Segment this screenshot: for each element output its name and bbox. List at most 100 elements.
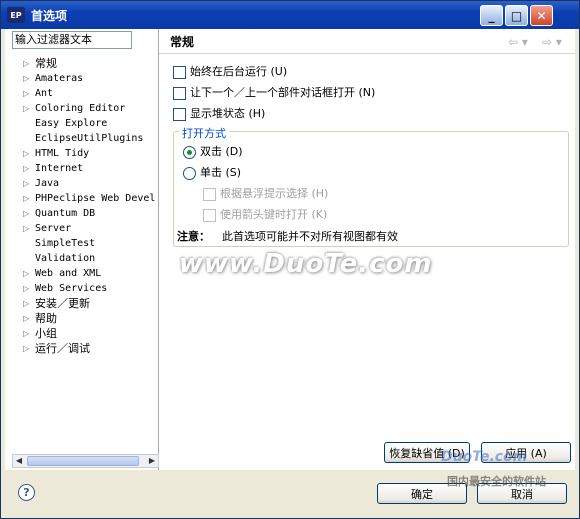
expand-arrow-icon[interactable]: ▷: [23, 296, 31, 311]
tree-item-label: PHPeclipse Web Devel: [35, 193, 156, 204]
radio-selected-icon: [183, 145, 196, 159]
scroll-left-icon[interactable]: ◀: [13, 455, 25, 467]
tree-item-label: Internet: [35, 163, 84, 174]
tree-item-label: HTML Tidy: [35, 148, 90, 159]
tree-item[interactable]: ▷ Coloring Editor: [5, 101, 158, 116]
preference-page: 常规 ⇦ ▾ ⇨ ▾ 始终在后台运行 (U) 让下一个／上一个部件对话框打开 (…: [159, 29, 575, 470]
filter-input[interactable]: 输入过滤器文本: [12, 31, 132, 49]
tree-item-label: Ant: [35, 88, 54, 99]
watermark-text: www.DuoTe.com: [179, 249, 433, 279]
always-run-background-checkbox[interactable]: 始终在后台运行 (U): [173, 63, 287, 81]
tree-item[interactable]: ▷ Ant: [5, 86, 158, 101]
expand-arrow-icon[interactable]: ▷: [23, 341, 31, 356]
expand-arrow-icon[interactable]: ▷: [23, 281, 31, 296]
watermark-logo: DuoTe.com: [441, 449, 528, 465]
tree-item-label: EclipseUtilPlugins: [35, 133, 144, 144]
radio-icon: [183, 166, 196, 180]
tree-item-label: Quantum DB: [35, 208, 96, 219]
checkbox-icon: [203, 208, 216, 222]
checkbox-icon: [173, 65, 186, 79]
maximize-icon: □: [510, 8, 523, 23]
checkbox-icon: [203, 187, 216, 201]
expand-arrow-icon[interactable]: ▷: [23, 161, 31, 176]
keep-next-prev-dialog-checkbox[interactable]: 让下一个／上一个部件对话框打开 (N): [173, 84, 375, 102]
expand-arrow-icon[interactable]: ▷: [23, 206, 31, 221]
preference-tree: ▷ 常规 ▷ Amateras ▷ Ant ▷ Coloring Editor Easy Exp…: [5, 56, 158, 356]
tree-item[interactable]: ▷ Web and XML: [5, 266, 158, 281]
show-heap-status-checkbox[interactable]: 显示堆状态 (H): [173, 105, 265, 123]
note-text: 注意： 此首选项可能并不对所有视图都有效: [177, 228, 398, 244]
expand-arrow-icon[interactable]: ▷: [23, 86, 31, 101]
expand-arrow-icon[interactable]: ▷: [23, 191, 31, 206]
tree-item-label: 安装／更新: [35, 297, 90, 310]
preference-tree-pane: 输入过滤器文本 ▷ 常规 ▷ Amateras ▷ Ant ▷ Coloring Editor…: [5, 29, 159, 470]
tree-item-label: 运行／调试: [35, 342, 90, 355]
expand-arrow-icon[interactable]: ▷: [23, 311, 31, 326]
open-with-arrows-checkbox: 使用箭头键时打开 (K): [203, 206, 327, 224]
tree-item-label: Validation: [35, 253, 96, 264]
page-header: 常规 ⇦ ▾ ⇨ ▾: [159, 29, 575, 54]
forward-arrow-icon[interactable]: ⇨ ▾: [542, 35, 562, 49]
tree-item-label: Web and XML: [35, 268, 102, 279]
tree-item[interactable]: ▷ Amateras: [5, 71, 158, 86]
tree-item-label: Easy Explore: [35, 118, 108, 129]
tree-item[interactable]: ▷ HTML Tidy: [5, 146, 158, 161]
minimize-button[interactable]: _: [480, 5, 503, 26]
expand-arrow-icon[interactable]: ▷: [23, 56, 31, 71]
single-click-radio[interactable]: 单击 (S): [183, 164, 241, 182]
expand-arrow-icon[interactable]: ▷: [23, 71, 31, 86]
minimize-icon: _: [488, 8, 495, 23]
tree-item[interactable]: Validation: [5, 251, 158, 266]
preferences-window: EP 首选项 _ □ ✕ 输入过滤器文本 ▷ 常规 ▷ Amateras ▷ Ant ▷ Co…: [0, 0, 580, 519]
tree-item-label: Web Services: [35, 283, 108, 294]
tree-item-label: 帮助: [35, 312, 57, 325]
tree-item[interactable]: ▷ 安装／更新: [5, 296, 158, 311]
tree-item-label: Server: [35, 223, 72, 234]
eclipse-app-icon: EP: [7, 7, 25, 23]
close-button[interactable]: ✕: [530, 5, 553, 26]
tree-item-label: Coloring Editor: [35, 103, 126, 114]
expand-arrow-icon[interactable]: ▷: [23, 146, 31, 161]
tree-item[interactable]: EclipseUtilPlugins: [5, 131, 158, 146]
tree-item[interactable]: ▷ 运行／调试: [5, 341, 158, 356]
checkbox-icon: [173, 86, 186, 100]
open-mode-group-title: 打开方式: [179, 125, 229, 141]
tree-item-label: 小组: [35, 327, 57, 340]
tree-item[interactable]: ▷ 小组: [5, 326, 158, 341]
tree-item-label: SimpleTest: [35, 238, 96, 249]
expand-arrow-icon[interactable]: ▷: [23, 221, 31, 236]
note-body: 此首选项可能并不对所有视图都有效: [222, 230, 398, 243]
scroll-thumb[interactable]: [27, 456, 139, 466]
page-title: 常规: [170, 35, 195, 49]
tree-item[interactable]: ▷ Java: [5, 176, 158, 191]
close-icon: ✕: [536, 8, 547, 23]
tree-item[interactable]: ▷ PHPeclipse Web Devel: [5, 191, 158, 206]
tree-item[interactable]: ▷ Server: [5, 221, 158, 236]
tree-item[interactable]: ▷ 常规: [5, 56, 158, 71]
tree-item[interactable]: Easy Explore: [5, 116, 158, 131]
expand-arrow-icon[interactable]: ▷: [23, 101, 31, 116]
dialog-content: 输入过滤器文本 ▷ 常规 ▷ Amateras ▷ Ant ▷ Coloring Editor…: [5, 29, 575, 514]
help-icon[interactable]: ?: [18, 484, 35, 501]
tree-item[interactable]: ▷ Web Services: [5, 281, 158, 296]
tree-horizontal-scrollbar[interactable]: ◀ ▶: [12, 454, 159, 468]
expand-arrow-icon[interactable]: ▷: [23, 326, 31, 341]
expand-arrow-icon[interactable]: ▷: [23, 266, 31, 281]
tree-item[interactable]: ▷ 帮助: [5, 311, 158, 326]
scroll-right-icon[interactable]: ▶: [146, 455, 158, 467]
select-on-hover-checkbox: 根据悬浮提示选择 (H): [203, 185, 328, 203]
tree-item-label: 常规: [35, 57, 57, 70]
window-title: 首选项: [31, 9, 68, 23]
expand-arrow-icon[interactable]: ▷: [23, 176, 31, 191]
tree-item[interactable]: ▷ Internet: [5, 161, 158, 176]
title-bar: EP 首选项 _ □ ✕: [1, 1, 579, 29]
note-label: 注意：: [177, 230, 210, 243]
back-arrow-icon[interactable]: ⇦ ▾: [508, 35, 528, 49]
watermark-caption: 国内最安全的软件站: [447, 475, 546, 488]
tree-item-label: Amateras: [35, 73, 84, 84]
tree-item[interactable]: ▷ Quantum DB: [5, 206, 158, 221]
double-click-radio[interactable]: 双击 (D): [183, 143, 243, 161]
tree-item-label: Java: [35, 178, 60, 189]
tree-item[interactable]: SimpleTest: [5, 236, 158, 251]
maximize-button[interactable]: □: [505, 5, 528, 26]
